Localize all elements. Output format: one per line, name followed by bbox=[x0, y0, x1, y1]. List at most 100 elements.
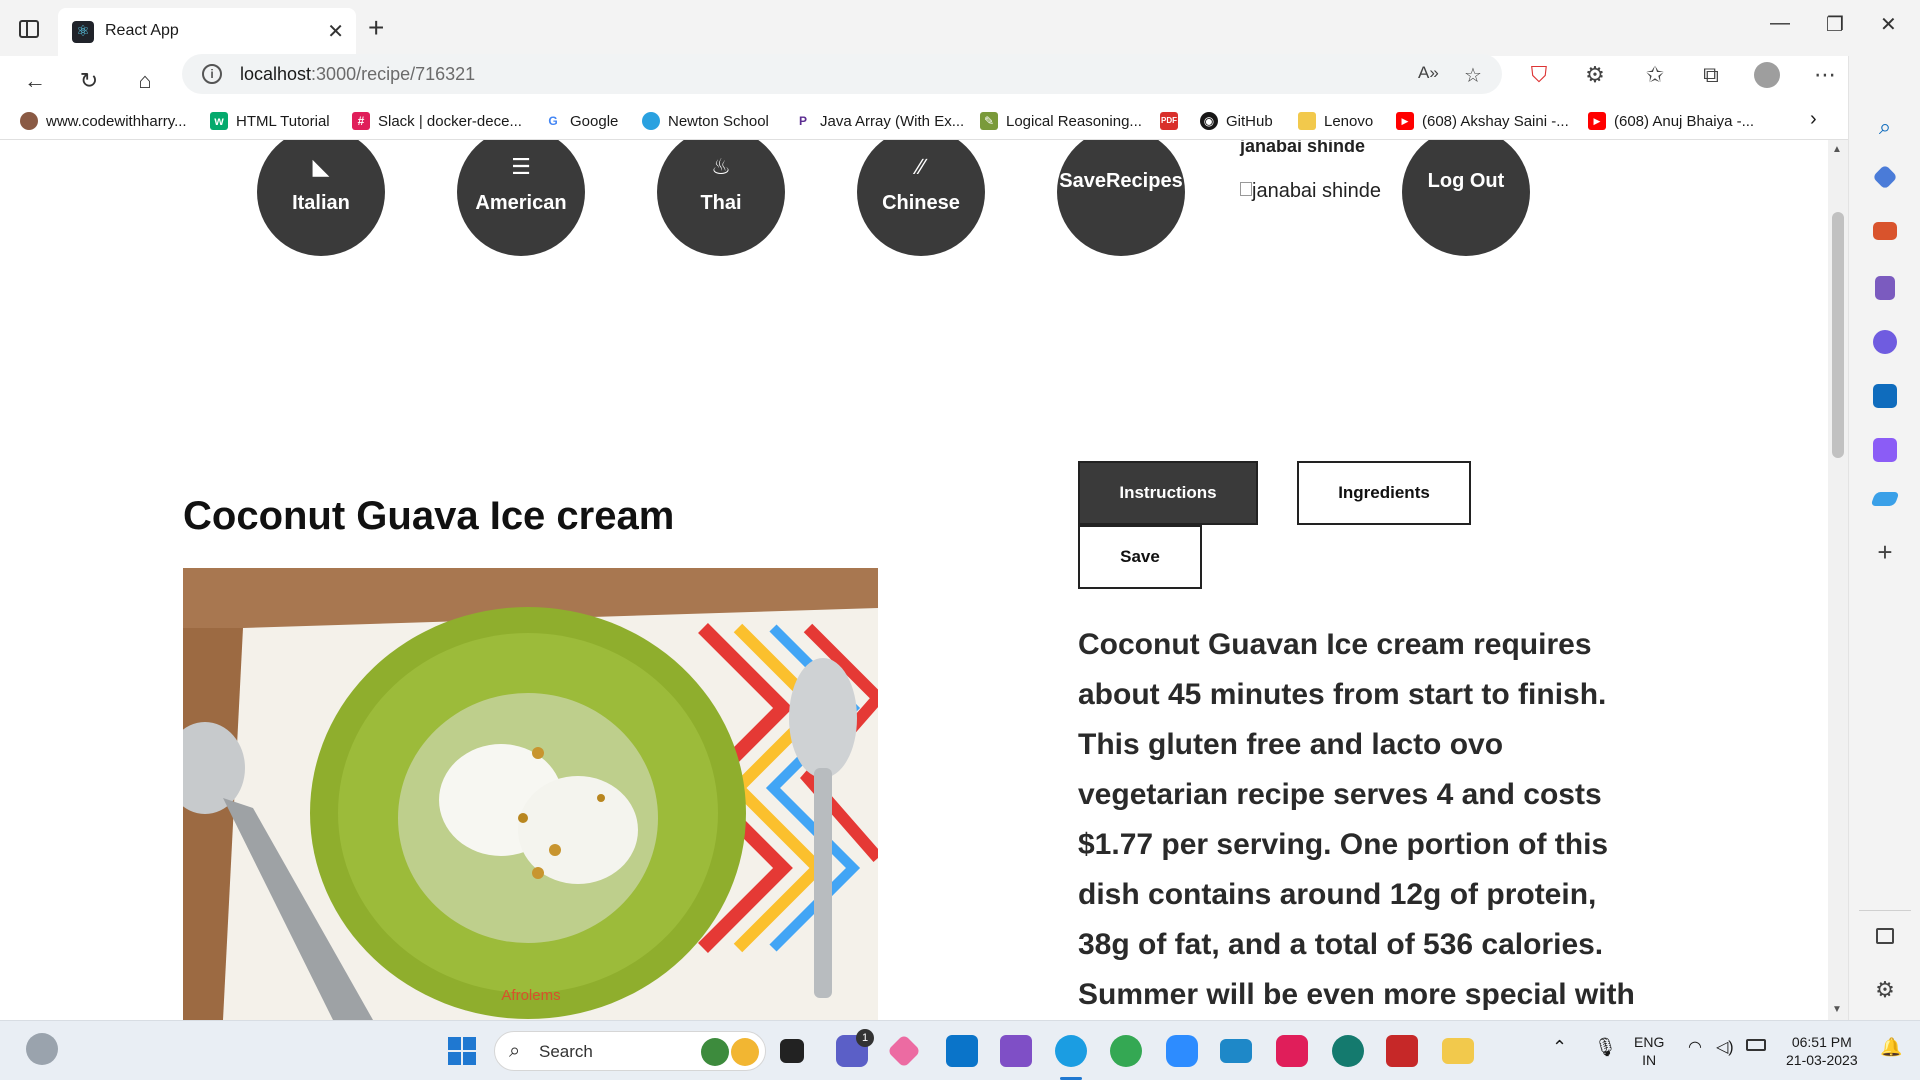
instructions-tab-button[interactable]: Instructions bbox=[1078, 461, 1258, 525]
bookmark-item[interactable]: # Slack | docker-dece... bbox=[352, 112, 522, 130]
bookmark-item[interactable]: ▶ (608) Akshay Saini -... bbox=[1396, 112, 1569, 130]
url-text[interactable]: localhost:3000/recipe/716321 bbox=[240, 64, 475, 85]
browser-tab-active[interactable]: ⚛ React App ✕ bbox=[58, 8, 356, 56]
bookmark-label: (608) Anuj Bhaiya -... bbox=[1614, 112, 1755, 130]
new-tab-icon[interactable]: + bbox=[368, 12, 384, 44]
noodles-icon: ♨ bbox=[711, 154, 731, 179]
category-chinese-button[interactable]: ∕∕ Chinese bbox=[857, 140, 985, 256]
file-explorer-icon[interactable] bbox=[1442, 1038, 1474, 1064]
language-indicator[interactable]: ENG IN bbox=[1634, 1033, 1664, 1069]
notifications-icon[interactable]: 🔔 bbox=[1880, 1037, 1902, 1058]
tab-close-icon[interactable]: ✕ bbox=[327, 19, 344, 44]
settings-more-icon[interactable]: ⋯ bbox=[1810, 60, 1840, 90]
close-window-icon[interactable]: ✕ bbox=[1880, 12, 1897, 37]
extensions-icon[interactable]: ⚙ bbox=[1580, 60, 1610, 90]
bookmark-item[interactable]: ✎ Logical Reasoning... bbox=[980, 112, 1142, 130]
weather-widget-icon[interactable] bbox=[26, 1033, 58, 1065]
refresh-icon[interactable]: ↻ bbox=[74, 66, 104, 96]
bookmark-item[interactable]: P Java Array (With Ex... bbox=[794, 112, 964, 130]
shopping-tag-icon[interactable] bbox=[1872, 164, 1898, 190]
read-aloud-icon[interactable]: A» bbox=[1418, 63, 1439, 83]
bookmark-label: (608) Akshay Saini -... bbox=[1422, 112, 1569, 130]
recipe-photo: Afrolems bbox=[183, 568, 878, 1020]
ingredients-tab-button[interactable]: Ingredients bbox=[1297, 461, 1471, 525]
tab-title: React App bbox=[105, 22, 179, 39]
teams-chat-icon[interactable]: 1 bbox=[836, 1029, 874, 1067]
taskbar-search-label: Search bbox=[539, 1042, 593, 1061]
hide-sidebar-icon[interactable] bbox=[1876, 928, 1894, 944]
home-icon[interactable]: ⌂ bbox=[130, 66, 160, 96]
recipe-image: Afrolems bbox=[183, 568, 878, 1020]
logout-button[interactable]: Log Out bbox=[1402, 140, 1530, 256]
address-bar[interactable]: i localhost:3000/recipe/716321 A» ☆ bbox=[182, 54, 1502, 94]
programiz-icon: P bbox=[794, 112, 812, 130]
bookmark-item[interactable]: ◉ GitHub bbox=[1200, 112, 1273, 130]
scroll-thumb[interactable] bbox=[1832, 212, 1844, 458]
remote-desktop-icon[interactable] bbox=[1220, 1039, 1252, 1063]
games-icon[interactable] bbox=[1875, 276, 1895, 300]
bookmark-item[interactable]: PDF bbox=[1160, 112, 1178, 130]
page-viewport: ◣ Italian ☰ American ♨ Thai ∕∕ Chinese S… bbox=[0, 140, 1828, 1020]
drop-send-icon[interactable] bbox=[1870, 492, 1900, 506]
app-circle-icon[interactable] bbox=[1332, 1035, 1364, 1067]
bookmark-item[interactable]: Lenovo bbox=[1298, 112, 1373, 130]
mcafee-icon[interactable] bbox=[1386, 1035, 1418, 1067]
bookmark-item[interactable]: G Google bbox=[544, 112, 618, 130]
designer-icon[interactable] bbox=[1873, 438, 1897, 462]
slack-taskbar-icon[interactable] bbox=[1276, 1035, 1308, 1067]
category-thai-button[interactable]: ♨ Thai bbox=[657, 140, 785, 256]
task-view-icon[interactable] bbox=[780, 1039, 804, 1063]
bookmark-item[interactable]: www.codewithharry... bbox=[20, 112, 187, 130]
category-italian-button[interactable]: ◣ Italian bbox=[257, 140, 385, 256]
page-scrollbar[interactable]: ▲ ▼ bbox=[1828, 140, 1848, 1020]
battery-icon[interactable] bbox=[1746, 1039, 1766, 1051]
indiabix-icon: ✎ bbox=[980, 112, 998, 130]
app-diamond-icon[interactable] bbox=[887, 1034, 921, 1068]
tray-overflow-chevron-icon[interactable]: ⌃ bbox=[1552, 1037, 1567, 1058]
microphone-icon[interactable]: 🎙 bbox=[1594, 1037, 1617, 1058]
back-icon[interactable]: ← bbox=[20, 66, 50, 96]
profile-icon[interactable] bbox=[1752, 60, 1782, 90]
category-label: Thai bbox=[700, 192, 742, 214]
github-icon: ◉ bbox=[1200, 112, 1218, 130]
zoom-icon[interactable] bbox=[1166, 1035, 1198, 1067]
wifi-icon[interactable]: ◠ bbox=[1688, 1037, 1702, 1057]
edge-browser-icon[interactable] bbox=[1055, 1035, 1087, 1067]
pdf-icon: PDF bbox=[1160, 112, 1178, 130]
sidebar-divider bbox=[1859, 910, 1911, 911]
outlook-icon[interactable] bbox=[1873, 384, 1897, 408]
bookmark-item[interactable]: Newton School bbox=[642, 112, 769, 130]
taskbar-search-box[interactable]: ⌕ Search bbox=[494, 1031, 766, 1071]
add-sidebar-app-icon[interactable]: + bbox=[1873, 539, 1897, 565]
volume-icon[interactable]: ◁) bbox=[1716, 1037, 1734, 1057]
save-recipes-nav-button[interactable]: SaveRecipes bbox=[1057, 140, 1185, 256]
tools-briefcase-icon[interactable] bbox=[1873, 222, 1897, 240]
site-info-icon[interactable]: i bbox=[202, 64, 222, 84]
bookmark-item[interactable]: ▶ (608) Anuj Bhaiya -... bbox=[1588, 112, 1754, 130]
scroll-down-icon[interactable]: ▼ bbox=[1832, 1004, 1842, 1015]
add-favorite-icon[interactable]: ☆ bbox=[1464, 63, 1482, 88]
chrome-icon[interactable] bbox=[1110, 1035, 1142, 1067]
url-path: :3000/recipe/716321 bbox=[311, 64, 476, 84]
restore-icon[interactable]: ❐ bbox=[1826, 12, 1844, 37]
scroll-up-icon[interactable]: ▲ bbox=[1832, 144, 1842, 155]
bookmark-item[interactable]: w HTML Tutorial bbox=[210, 112, 330, 130]
search-icon[interactable]: ⌕ bbox=[1873, 114, 1897, 139]
save-recipe-button[interactable]: Save bbox=[1078, 525, 1202, 589]
bookmarks-overflow-chevron-icon[interactable]: › bbox=[1810, 108, 1817, 131]
collections-icon[interactable]: ⧉ bbox=[1696, 60, 1726, 90]
microsoft-365-icon[interactable] bbox=[1873, 330, 1897, 354]
sidebar-settings-gear-icon[interactable]: ⚙ bbox=[1873, 978, 1897, 1002]
user-avatar: janabai shinde bbox=[1240, 180, 1381, 203]
language-line2: IN bbox=[1642, 1052, 1657, 1068]
category-american-button[interactable]: ☰ American bbox=[457, 140, 585, 256]
tab-actions-icon[interactable] bbox=[16, 16, 42, 42]
clock[interactable]: 06:51 PM 21-03-2023 bbox=[1786, 1033, 1858, 1069]
search-highlight-sun-icon bbox=[731, 1038, 759, 1066]
start-windows-icon[interactable] bbox=[446, 1035, 478, 1067]
vscode-icon[interactable] bbox=[946, 1035, 978, 1067]
visual-studio-icon[interactable] bbox=[1000, 1035, 1032, 1067]
favorites-icon[interactable]: ✩ bbox=[1640, 60, 1670, 90]
minimize-icon[interactable]: — bbox=[1770, 12, 1790, 35]
extension-pocket-icon[interactable]: ⛉ bbox=[1524, 60, 1554, 90]
